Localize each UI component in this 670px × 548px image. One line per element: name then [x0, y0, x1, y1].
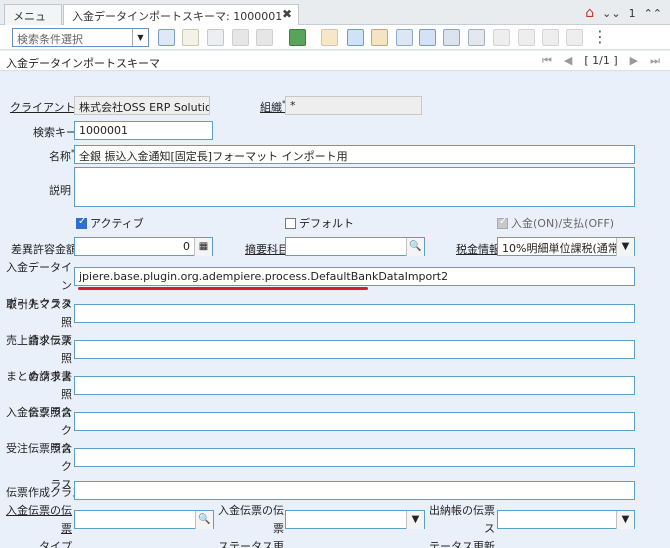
new-record-icon[interactable]	[182, 29, 199, 46]
delete-icon[interactable]	[289, 29, 306, 46]
doctype-label[interactable]: 入金伝票の伝票 タイプ	[4, 502, 72, 548]
search-condition-combo[interactable]: 検索条件選択 ▼	[12, 28, 149, 47]
default-checkbox[interactable]: デフォルト	[285, 215, 354, 231]
window-title-bar: 入金データインポートスキーマ ⏮ ◀ [ 1/1 ] ▶ ⏭	[0, 51, 670, 71]
search-icon[interactable]: 🔍	[406, 238, 424, 256]
tax-info-select[interactable]: 10%明細単位課税(通常課税)	[497, 237, 635, 256]
record-navigation: ⏮ ◀ [ 1/1 ] ▶ ⏭	[542, 54, 660, 68]
window-title: 入金データインポートスキーマ	[6, 57, 160, 70]
name-input[interactable]: 全銀 振込入金通知[固定長]フォーマット インポート用	[74, 145, 635, 164]
copy-record-icon[interactable]	[207, 29, 224, 46]
tab-menu[interactable]: メニュー	[4, 4, 62, 39]
doctype-input[interactable]	[74, 510, 214, 529]
bulk-ref-class-input[interactable]	[74, 376, 635, 395]
chevrons-up-icon[interactable]: ⌃⌃	[644, 7, 662, 20]
chevron-down-icon[interactable]: ▼	[616, 511, 634, 529]
summary-account-label[interactable]: 摘要科目	[245, 241, 289, 257]
bp-ref-class-input[interactable]	[74, 304, 635, 323]
undo-icon[interactable]	[321, 29, 338, 46]
next-record-icon[interactable]: ▶	[630, 54, 638, 68]
refresh-icon[interactable]	[347, 29, 364, 46]
tax-info-label[interactable]: 税金情報	[456, 241, 500, 257]
window-count: 1	[628, 6, 636, 20]
home-icon[interactable]: ⌂	[585, 5, 594, 21]
org-field: *	[285, 96, 422, 115]
print-icon[interactable]	[493, 29, 510, 46]
receipt-ref-class-input[interactable]	[74, 412, 635, 431]
sales-ref-class-input[interactable]	[74, 340, 635, 359]
more-options-icon[interactable]: ⋮	[592, 27, 608, 46]
search-key-input[interactable]: 1000001	[74, 121, 213, 140]
attachment-icon[interactable]	[396, 29, 413, 46]
record-indicator: [ 1/1 ]	[584, 54, 618, 67]
save-icon[interactable]	[232, 29, 249, 46]
checkbox-unchecked-icon	[285, 217, 296, 229]
order-ref-class-input[interactable]	[74, 448, 635, 467]
report-icon[interactable]	[371, 29, 388, 46]
last-record-icon[interactable]: ⏭	[650, 54, 660, 68]
checkbox-disabled-icon	[497, 216, 508, 229]
save-new-icon[interactable]	[256, 29, 273, 46]
outbox-status-select[interactable]	[497, 510, 635, 529]
description-textarea[interactable]	[74, 167, 635, 207]
process-icon[interactable]	[518, 29, 535, 46]
find-icon[interactable]	[158, 29, 175, 46]
tab-bar: メニュー 入金データインポートスキーマ: 1000001 全銀... ✖ ⌂ ⌄…	[0, 0, 670, 39]
checkbox-checked-icon	[76, 216, 87, 229]
summary-account-input[interactable]	[285, 237, 425, 256]
top-right-icons: ⌂ ⌄⌄ 1 ⌃⌃	[585, 5, 662, 21]
client-field: 株式会社OSS ERP Solutions	[74, 96, 210, 115]
arrow-up-icon[interactable]	[542, 29, 559, 46]
toolbar: 検索条件選択 ▼ ⋮	[0, 25, 670, 50]
tolerance-label: 差異許容金額*	[11, 241, 81, 256]
doc-create-class-input[interactable]	[74, 481, 635, 500]
search-key-label: 検索キー	[33, 126, 77, 139]
outbox-status-label: 出納帳の伝票ス テータス更新	[429, 504, 495, 548]
client-label[interactable]: クライアント*	[10, 99, 80, 115]
chevron-down-icon[interactable]: ▼	[616, 238, 634, 256]
archive-icon[interactable]	[443, 29, 460, 46]
close-icon[interactable]: ✖	[282, 7, 292, 21]
print-preview-icon[interactable]	[468, 29, 485, 46]
red-underline-annotation	[78, 287, 368, 290]
name-label: 名称*	[49, 148, 75, 163]
previous-record-icon[interactable]: ◀	[564, 54, 572, 68]
doc-create-class-label: 伝票作成クラス	[6, 486, 83, 499]
arrow-down-icon[interactable]	[566, 29, 583, 46]
description-label: 説明	[49, 184, 71, 197]
first-record-icon[interactable]: ⏮	[542, 54, 552, 68]
calculator-icon[interactable]: ▦	[194, 238, 212, 256]
search-condition-label: 検索条件選択	[17, 33, 83, 46]
docstatus-select[interactable]	[285, 510, 425, 529]
tab-active-window[interactable]: 入金データインポートスキーマ: 1000001 全銀... ✖	[63, 4, 299, 39]
chevron-down-icon[interactable]: ▼	[406, 511, 424, 529]
search-icon[interactable]: 🔍	[195, 511, 213, 529]
active-checkbox[interactable]: アクティブ	[76, 215, 144, 231]
chevrons-down-icon[interactable]: ⌄⌄	[602, 7, 620, 20]
chevron-down-icon[interactable]: ▼	[132, 29, 148, 46]
tolerance-input[interactable]: 0	[74, 237, 213, 256]
inout-checkbox: 入金(ON)/支払(OFF)	[497, 215, 614, 231]
zoom-across-icon[interactable]	[419, 29, 436, 46]
org-label[interactable]: 組織*	[260, 99, 286, 115]
docstatus-label: 入金伝票の伝票ステータス更新	[218, 504, 284, 548]
import-class-input[interactable]: jpiere.base.plugin.org.adempiere.process…	[74, 267, 635, 286]
